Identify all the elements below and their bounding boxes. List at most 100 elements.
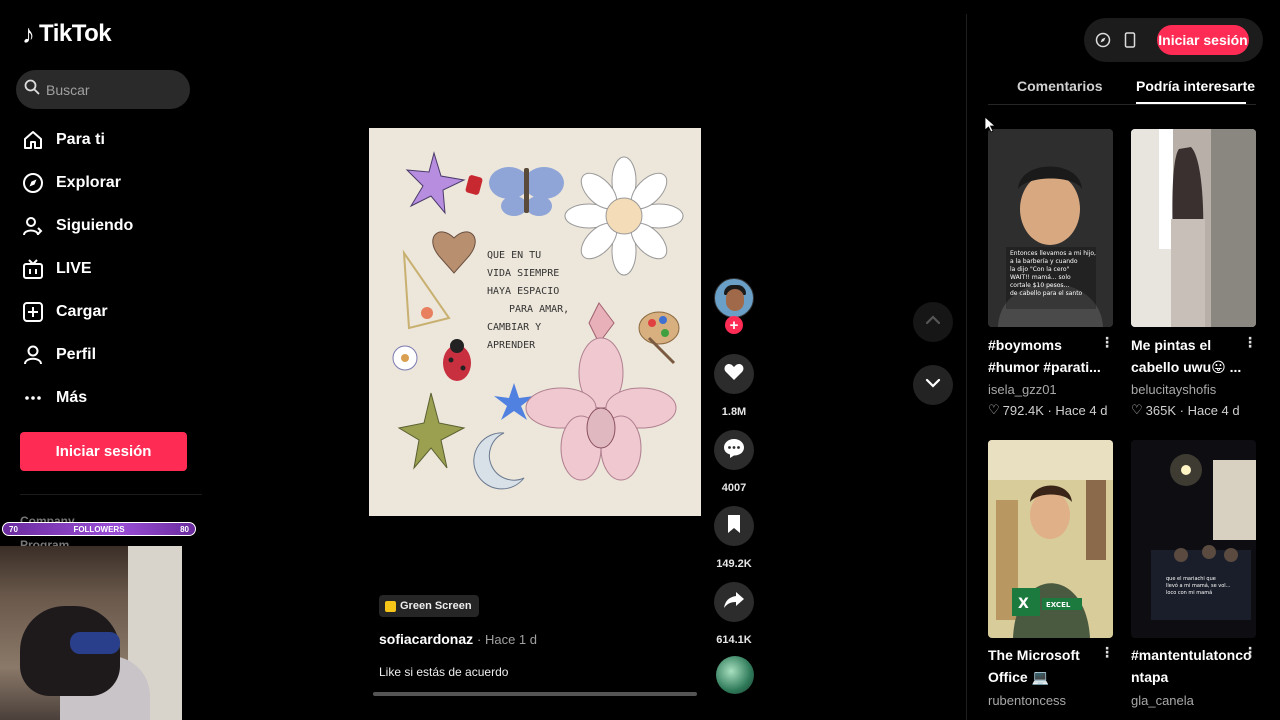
main-nav: Para ti Explorar Siguiendo LIVE Cargar P…	[22, 118, 133, 419]
tiktok-logo[interactable]: ♪ TikTok	[22, 20, 112, 48]
svg-text:de cabello para el santo: de cabello para el santo	[1010, 290, 1083, 297]
nav-label: Explorar	[56, 173, 121, 191]
card-title-line: cabello uwu😛 ...	[1131, 359, 1242, 375]
card-stats: ♡ 365K · Hace 4 d	[1131, 402, 1240, 418]
upload-plus-icon	[22, 301, 44, 323]
video-author[interactable]: sofiacardonaz · Hace 1 d	[379, 631, 537, 647]
card-title-line: Office 💻	[988, 669, 1049, 685]
green-screen-badge[interactable]: Green Screen	[379, 595, 479, 617]
svg-text:llevó a mi mamá, se vol...: llevó a mi mamá, se vol...	[1166, 582, 1231, 589]
card-author[interactable]: isela_gzz01	[988, 382, 1057, 397]
nav-item-para-ti[interactable]: Para ti	[22, 118, 133, 161]
nav-item-perfil[interactable]: Perfil	[22, 333, 133, 376]
more-options-icon[interactable]: ⋮	[1243, 334, 1257, 351]
svg-text:EXCEL: EXCEL	[1046, 601, 1071, 609]
followers-goal-bar: 70 FOLLOWERS 80	[2, 522, 196, 536]
nav-label: Más	[56, 388, 88, 406]
save-count: 149.2K	[716, 558, 752, 570]
mouse-cursor-icon	[984, 116, 997, 138]
chevron-down-icon	[924, 374, 942, 397]
like-button[interactable]	[714, 354, 754, 394]
comment-button[interactable]	[714, 430, 754, 470]
tab-comentarios[interactable]: Comentarios	[1017, 78, 1103, 94]
svg-text:cortale $10 pesos...: cortale $10 pesos...	[1010, 282, 1069, 289]
nav-item-explorar[interactable]: Explorar	[22, 161, 133, 204]
card-stats-text: 365K · Hace 4 d	[1145, 402, 1240, 418]
card-title-line: Me pintas el	[1131, 337, 1212, 353]
save-button[interactable]	[714, 506, 754, 546]
svg-text:WAIT!! mamá... solo: WAIT!! mamá... solo	[1010, 274, 1071, 281]
thumbnail-image: X EXCEL	[988, 440, 1113, 638]
card-title[interactable]: #boymoms #humor #parati...	[988, 334, 1103, 378]
profile-icon	[22, 344, 44, 366]
card-title-line: #mantentulatonco	[1131, 647, 1252, 663]
tabs-divider	[988, 104, 1256, 105]
nav-label: Siguiendo	[56, 216, 134, 234]
creator-avatar[interactable]	[714, 278, 754, 318]
svg-text:loco con mi mamá: loco con mi mamá	[1166, 589, 1212, 596]
phone-icon[interactable]	[1120, 30, 1140, 50]
nav-item-mas[interactable]: Más	[22, 376, 133, 419]
home-icon	[22, 129, 44, 151]
active-tab-indicator	[1136, 102, 1246, 104]
card-author[interactable]: rubentoncess	[988, 693, 1066, 708]
search-icon	[24, 79, 40, 100]
headphones-icon	[70, 632, 120, 654]
music-disc[interactable]	[716, 656, 754, 694]
card-title[interactable]: #mantentulatonco ntapa	[1131, 644, 1252, 688]
share-arrow-icon	[723, 589, 745, 616]
nav-label: Perfil	[56, 345, 97, 363]
video-player[interactable]: QUE EN TU VIDA SIEMPRE HAYA ESPACIO PARA…	[369, 128, 701, 516]
live-tv-icon	[22, 258, 44, 280]
svg-text:que el mariachi que: que el mariachi que	[1166, 576, 1216, 582]
card-title-line: The Microsoft	[988, 647, 1080, 663]
svg-text:X: X	[1018, 596, 1029, 612]
card-title[interactable]: The Microsoft Office 💻	[988, 644, 1103, 688]
previous-video-button[interactable]	[913, 302, 953, 342]
video-thumbnail[interactable]: que el mariachi que llevó a mi mamá, se …	[1131, 440, 1256, 638]
more-options-icon[interactable]: ⋮	[1100, 334, 1114, 351]
author-name: sofiacardonaz	[379, 631, 474, 647]
nav-item-siguiendo[interactable]: Siguiendo	[22, 204, 133, 247]
tiktok-page: ♪ TikTok Para ti Explorar	[0, 0, 1280, 720]
svg-text:VIDA SIEMPRE: VIDA SIEMPRE	[487, 268, 559, 279]
svg-text:PARA AMAR,: PARA AMAR,	[509, 304, 569, 315]
svg-text:Entonces llevamos a mi hijo,: Entonces llevamos a mi hijo,	[1010, 250, 1096, 257]
top-login-button[interactable]: Iniciar sesión	[1157, 25, 1249, 55]
nav-item-live[interactable]: LIVE	[22, 247, 133, 290]
tab-podria-interesarte[interactable]: Podría interesarte	[1136, 78, 1255, 94]
card-author[interactable]: belucitayshofis	[1131, 382, 1216, 397]
video-thumbnail[interactable]: Entonces llevamos a mi hijo, a la barber…	[988, 129, 1113, 327]
video-progress-bar[interactable]	[373, 692, 697, 696]
user-follow-icon	[22, 215, 44, 237]
more-options-icon[interactable]: ⋮	[1100, 644, 1114, 661]
sidebar-login-button[interactable]: Iniciar sesión	[20, 432, 187, 471]
compass-small-icon[interactable]	[1093, 30, 1113, 50]
card-title-line: #humor #parati...	[988, 359, 1101, 375]
comment-count: 4007	[721, 482, 747, 494]
card-title-line: #boymoms	[988, 337, 1062, 353]
search-input[interactable]	[46, 81, 176, 98]
followers-label: FOLLOWERS	[73, 524, 125, 534]
nav-label: Para ti	[56, 130, 105, 148]
sidebar-divider	[20, 494, 202, 495]
next-video-button[interactable]	[913, 365, 953, 405]
followers-min: 70	[9, 524, 18, 534]
search-bar[interactable]	[16, 70, 190, 109]
video-thumbnail[interactable]: X EXCEL	[988, 440, 1113, 638]
nav-label: LIVE	[56, 259, 92, 277]
heart-outline-icon: ♡	[1131, 402, 1143, 417]
nav-item-cargar[interactable]: Cargar	[22, 290, 133, 333]
more-options-icon[interactable]: ⋮	[1243, 644, 1257, 661]
like-count: 1.8M	[721, 406, 747, 418]
card-title[interactable]: Me pintas el cabello uwu😛 ...	[1131, 334, 1246, 378]
thumbnail-image: que el mariachi que llevó a mi mamá, se …	[1131, 440, 1256, 638]
green-screen-icon	[385, 600, 396, 612]
svg-text:APRENDER: APRENDER	[487, 340, 536, 351]
card-author[interactable]: gla_canela	[1131, 693, 1194, 708]
video-thumbnail[interactable]	[1131, 129, 1256, 327]
svg-text:la dijo "Con la cero": la dijo "Con la cero"	[1010, 266, 1070, 273]
follow-plus-button[interactable]: +	[725, 316, 743, 334]
svg-text:QUE EN TU: QUE EN TU	[487, 250, 541, 261]
share-button[interactable]	[714, 582, 754, 622]
